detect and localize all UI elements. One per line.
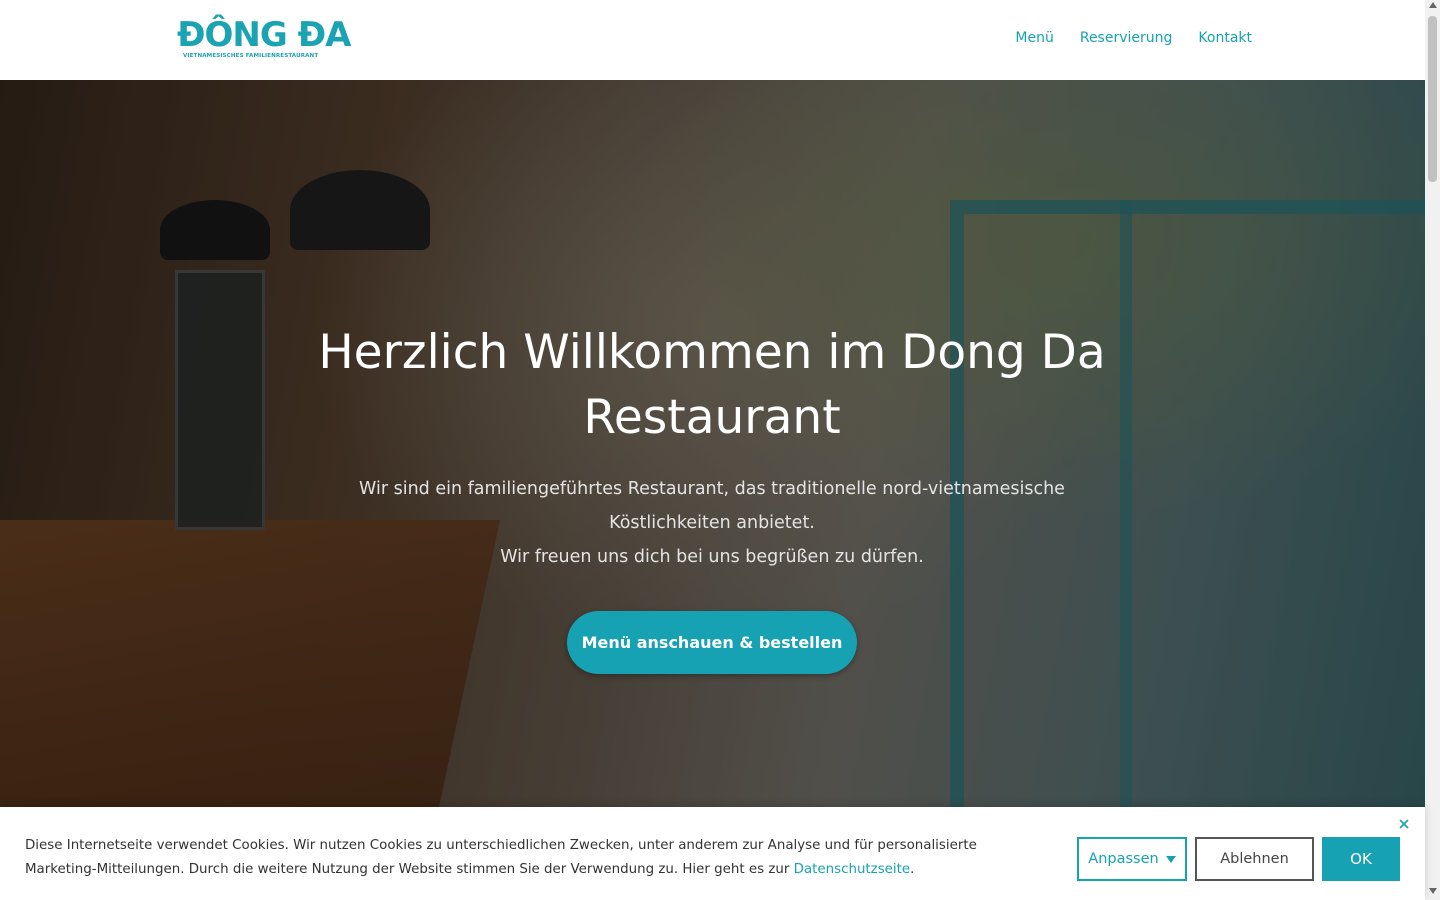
hero-content: Herzlich Willkommen im Dong Da Restauran… xyxy=(312,320,1112,674)
scrollbar-thumb[interactable] xyxy=(1428,16,1437,182)
hero-description-line1: Wir sind ein familiengeführtes Restauran… xyxy=(359,479,1065,533)
scroll-up-arrow-icon[interactable] xyxy=(1429,2,1437,8)
customize-label: Anpassen xyxy=(1088,851,1159,867)
accept-cookies-button[interactable]: OK xyxy=(1322,837,1400,881)
cookie-text-end: . xyxy=(910,862,915,877)
close-icon[interactable] xyxy=(1396,816,1412,832)
site-header: ĐÔNG ĐA VIETNAMESISCHES FAMILIENRESTAURA… xyxy=(0,0,1425,80)
privacy-policy-link[interactable]: Datenschutzseite xyxy=(794,862,911,877)
view-menu-order-button[interactable]: Menü anschauen & bestellen xyxy=(567,611,857,674)
nav-link-reservation[interactable]: Reservierung xyxy=(1080,30,1173,46)
hero-section: Herzlich Willkommen im Dong Da Restauran… xyxy=(0,80,1425,900)
customize-cookies-button[interactable]: Anpassen xyxy=(1077,837,1187,881)
logo-wordmark: ĐÔNG ĐA xyxy=(177,15,351,55)
main-nav: Menü Reservierung Kontakt xyxy=(1015,30,1252,46)
caret-down-icon xyxy=(1165,855,1176,863)
decline-cookies-button[interactable]: Ablehnen xyxy=(1195,837,1314,881)
hero-title: Herzlich Willkommen im Dong Da Restauran… xyxy=(318,325,1106,445)
nav-link-menu[interactable]: Menü xyxy=(1015,30,1053,46)
logo[interactable]: ĐÔNG ĐA VIETNAMESISCHES FAMILIENRESTAURA… xyxy=(177,15,351,64)
logo-tagline: VIETNAMESISCHES FAMILIENRESTAURANT xyxy=(183,53,319,59)
nav-link-contact[interactable]: Kontakt xyxy=(1198,30,1252,46)
cookie-message: Diese Internetseite verwendet Cookies. W… xyxy=(25,834,1035,882)
hero-description: Wir sind ein familiengeführtes Restauran… xyxy=(312,472,1112,574)
page-scrollbar[interactable] xyxy=(1425,0,1440,900)
scroll-down-arrow-icon[interactable] xyxy=(1429,888,1437,894)
hero-description-line2: Wir freuen uns dich bei uns begrüßen zu … xyxy=(500,547,924,567)
cookie-banner: Diese Internetseite verwendet Cookies. W… xyxy=(0,807,1425,900)
